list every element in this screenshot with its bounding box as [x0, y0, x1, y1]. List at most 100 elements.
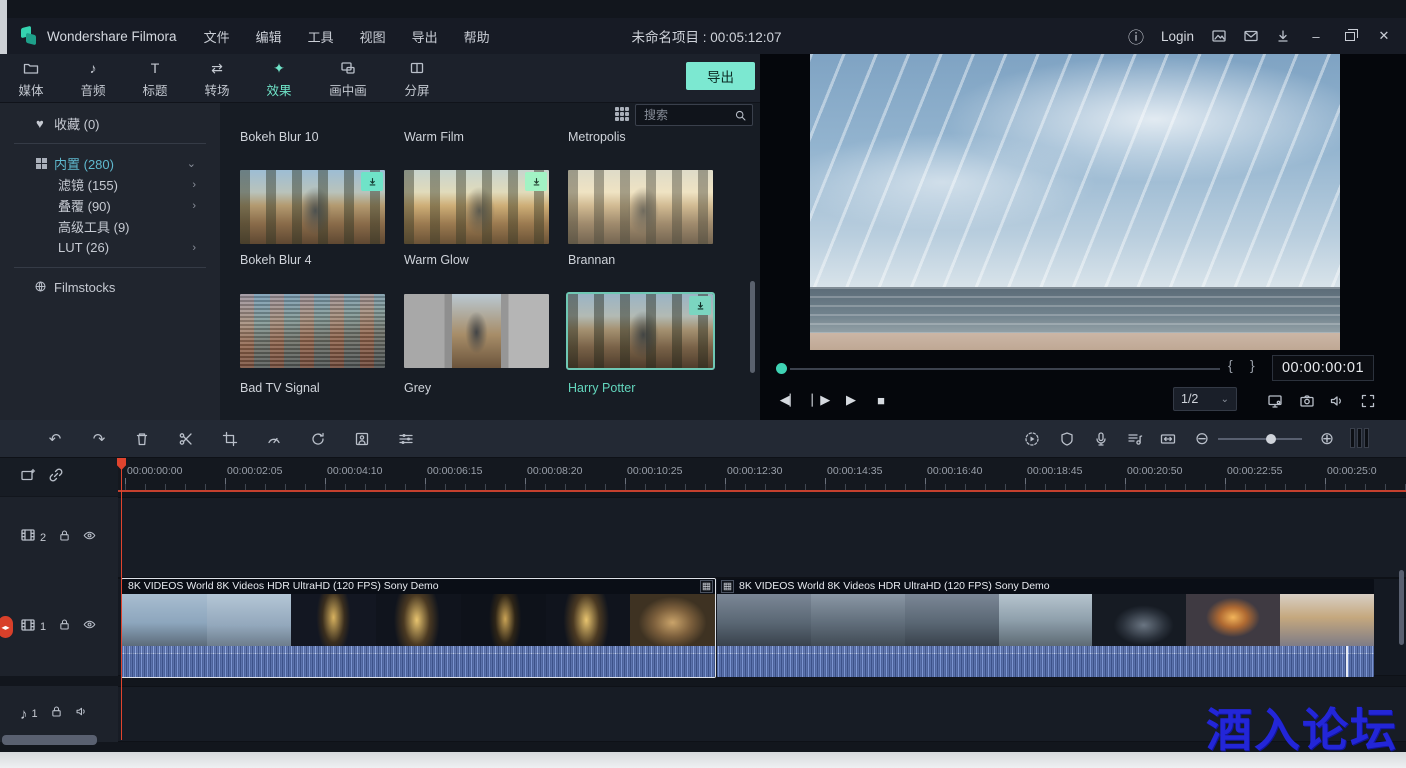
info-icon[interactable]: ⓘ [1123, 24, 1149, 48]
sidebar-item-advanced-tools[interactable]: 高级工具 (9) [0, 216, 220, 237]
audio-mixer-button[interactable] [1122, 428, 1148, 450]
voiceover-mic-button[interactable] [1088, 428, 1114, 450]
timeline-zoom-slider[interactable] [1218, 438, 1302, 440]
add-track-icon[interactable] [20, 467, 36, 488]
menu-edit[interactable]: 编辑 [243, 23, 295, 50]
search-box[interactable] [635, 104, 753, 126]
login-button[interactable]: Login [1155, 29, 1200, 44]
adjust-button[interactable] [393, 428, 419, 450]
delete-button[interactable] [129, 428, 155, 450]
eye-icon[interactable] [83, 618, 96, 636]
mark-out-icon[interactable]: } [1250, 357, 1255, 373]
sidebar-item-filmstocks[interactable]: Filmstocks [0, 277, 220, 298]
trim-grip-icon[interactable]: ◂▸ [0, 616, 13, 638]
tab-transitions[interactable]: ⇄ 转场 [186, 58, 248, 99]
effect-label[interactable]: Metropolis [568, 130, 626, 144]
mark-in-icon[interactable]: { [1228, 357, 1233, 373]
play-button[interactable]: ▏▶ [808, 388, 834, 412]
volume-icon[interactable] [1325, 389, 1349, 413]
effect-thumbnail-warm-glow[interactable] [404, 170, 549, 244]
lock-icon[interactable] [58, 529, 71, 547]
sidebar-item-lut[interactable]: LUT (26) › [0, 237, 220, 258]
render-preview-button[interactable] [1019, 428, 1045, 450]
effect-thumbnail-brannan[interactable] [568, 170, 713, 244]
clip-trim-handle[interactable]: ◂▸ [0, 578, 13, 676]
effect-label[interactable]: Warm Film [404, 130, 464, 144]
sidebar-item-favorites[interactable]: ♥ 收藏 (0) [0, 113, 220, 134]
tab-titles[interactable]: T 标题 [124, 58, 186, 99]
snapshot-camera-icon[interactable] [1295, 389, 1319, 413]
export-button[interactable]: 导出 [686, 62, 755, 90]
menu-help[interactable]: 帮助 [451, 23, 503, 50]
eye-icon[interactable] [83, 529, 96, 547]
restore-button[interactable] [1336, 24, 1364, 48]
effect-label[interactable]: Bad TV Signal [240, 381, 320, 395]
zoom-out-button[interactable]: ⊖ [1189, 428, 1215, 450]
scrubber-track[interactable] [790, 368, 1220, 370]
timeline-horizontal-scrollbar[interactable] [2, 735, 97, 745]
color-match-button[interactable] [305, 428, 331, 450]
cut-button[interactable] [173, 428, 199, 450]
zoom-to-fit-button[interactable] [1155, 428, 1181, 450]
preview-quality-select[interactable]: 1/2 ⌄ [1173, 387, 1237, 411]
crop-button[interactable] [217, 428, 243, 450]
zoom-in-button[interactable]: ⊕ [1314, 428, 1340, 450]
effect-thumbnail-bad-tv-signal[interactable] [240, 294, 385, 368]
preview-video-frame[interactable] [810, 54, 1340, 350]
close-button[interactable]: ✕ [1370, 24, 1398, 48]
next-frame-button[interactable]: ▶ [838, 388, 864, 412]
chevron-right-icon[interactable]: › [192, 242, 196, 254]
undo-button[interactable]: ↶ [42, 428, 68, 450]
tab-pip[interactable]: 画中画 [310, 58, 386, 99]
effect-label[interactable]: Bokeh Blur 10 [240, 130, 319, 144]
scrubber-handle[interactable] [776, 363, 787, 374]
track-height-toggle[interactable] [1350, 428, 1369, 448]
link-icon[interactable] [48, 467, 64, 488]
display-settings-icon[interactable] [1263, 389, 1287, 413]
menu-view[interactable]: 视图 [347, 23, 399, 50]
lock-icon[interactable] [50, 705, 63, 723]
effect-thumbnail-bokeh-blur-4[interactable] [240, 170, 385, 244]
timeline-vertical-scrollbar[interactable] [1399, 570, 1404, 645]
redo-button[interactable]: ↷ [86, 428, 112, 450]
timeline-ruler[interactable]: 00:00:00:00 00:00:02:05 00:00:04:10 00:0… [118, 458, 1406, 490]
snapshot-icon[interactable] [1206, 24, 1232, 48]
chevron-right-icon[interactable]: › [192, 179, 196, 191]
tab-effects[interactable]: ✦ 效果 [248, 58, 310, 99]
minimize-button[interactable]: – [1302, 24, 1330, 48]
effect-label[interactable]: Brannan [568, 253, 615, 267]
chevron-down-icon[interactable]: ⌄ [187, 157, 196, 170]
track-lane-video1[interactable]: 8K VIDEOS World 8K Videos HDR UltraHD (1… [118, 578, 1406, 676]
effects-scrollbar[interactable] [750, 281, 755, 373]
effect-label-selected[interactable]: Harry Potter [568, 381, 635, 395]
slider-knob[interactable] [1266, 434, 1276, 444]
playhead-line[interactable] [121, 458, 122, 740]
menu-file[interactable]: 文件 [191, 23, 243, 50]
track-lane-video2[interactable] [118, 497, 1406, 578]
sidebar-item-filters[interactable]: 滤镜 (155) › [0, 174, 220, 195]
lock-icon[interactable] [58, 618, 71, 636]
search-input[interactable] [636, 108, 734, 122]
mail-icon[interactable] [1238, 24, 1264, 48]
effect-label[interactable]: Grey [404, 381, 431, 395]
menu-tools[interactable]: 工具 [295, 23, 347, 50]
sidebar-item-builtin[interactable]: 内置 (280) ⌄ [0, 153, 220, 174]
speaker-icon[interactable] [75, 705, 88, 723]
tab-audio[interactable]: ♪ 音频 [62, 58, 124, 99]
effect-label[interactable]: Bokeh Blur 4 [240, 253, 312, 267]
effect-label[interactable]: Warm Glow [404, 253, 469, 267]
speed-button[interactable] [261, 428, 287, 450]
effect-thumbnail-grey[interactable] [404, 294, 549, 368]
stop-button[interactable]: ■ [868, 388, 894, 412]
fullscreen-icon[interactable] [1356, 389, 1380, 413]
menu-export[interactable]: 导出 [399, 23, 451, 50]
tab-media[interactable]: 媒体 [0, 58, 62, 99]
video-clip-1-selected[interactable]: 8K VIDEOS World 8K Videos HDR UltraHD (1… [122, 579, 715, 677]
effect-thumbnail-harry-potter-selected[interactable] [568, 294, 713, 368]
sidebar-item-overlays[interactable]: 叠覆 (90) › [0, 195, 220, 216]
freeze-frame-button[interactable] [349, 428, 375, 450]
grid-view-icon[interactable] [615, 107, 629, 121]
video-clip-2[interactable]: 8K VIDEOS World 8K Videos HDR UltraHD (1… [717, 579, 1374, 677]
download-icon[interactable] [1270, 24, 1296, 48]
chevron-right-icon[interactable]: › [192, 200, 196, 212]
